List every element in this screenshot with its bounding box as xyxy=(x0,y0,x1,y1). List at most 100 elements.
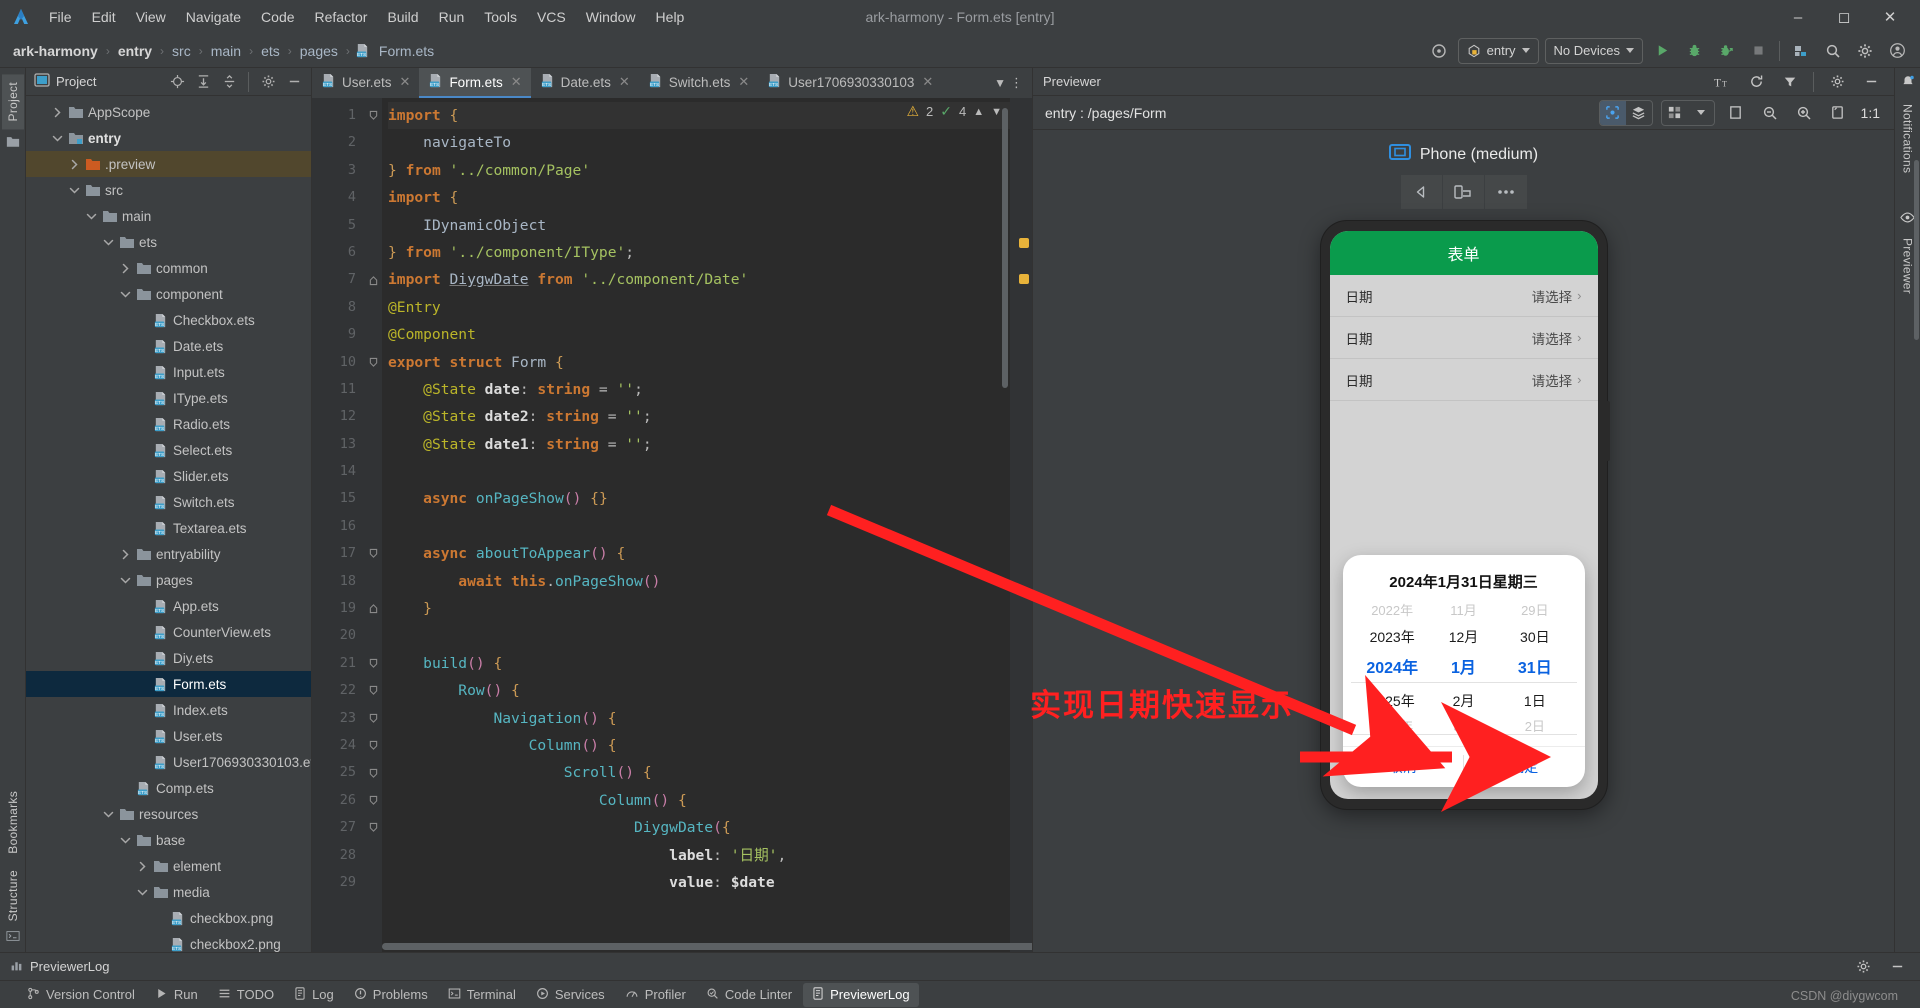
code-line[interactable]: import { xyxy=(388,184,1032,211)
code-line[interactable]: DiygwDate({ xyxy=(388,814,1032,841)
gear-icon[interactable] xyxy=(259,73,277,91)
grid-icon[interactable] xyxy=(1662,101,1688,125)
warning-marker[interactable] xyxy=(1019,274,1029,284)
tree-node[interactable]: ETS Input.ets xyxy=(26,359,311,385)
tree-node[interactable]: main xyxy=(26,203,311,229)
menu-item-navigate[interactable]: Navigate xyxy=(177,6,250,28)
more-vertical-icon[interactable]: ⋮ xyxy=(1010,75,1024,91)
project-tree[interactable]: AppScope entry .preview src main ets common com… xyxy=(26,96,311,952)
code-line[interactable]: async aboutToAppear() { xyxy=(388,540,1032,567)
tree-node[interactable]: AppScope xyxy=(26,99,311,125)
tree-disclosure-expanded-icon[interactable] xyxy=(119,834,132,847)
run-with-coverage-icon[interactable] xyxy=(1713,38,1739,64)
tree-disclosure-expanded-icon[interactable] xyxy=(102,236,115,249)
tree-node[interactable]: ETS checkbox2.png xyxy=(26,931,311,952)
status-tab-profiler[interactable]: Profiler xyxy=(616,983,695,1007)
zoom-level[interactable]: 1:1 xyxy=(1859,105,1882,121)
tree-node[interactable]: ETS User.ets xyxy=(26,723,311,749)
hide-icon[interactable] xyxy=(1858,70,1884,94)
menu-item-view[interactable]: View xyxy=(127,6,175,28)
code-fold-toggle[interactable] xyxy=(364,266,382,293)
menu-item-refactor[interactable]: Refactor xyxy=(306,6,377,28)
inspect-icon[interactable] xyxy=(1426,38,1452,64)
code-line[interactable]: @State date: string = ''; xyxy=(388,376,1032,403)
code-line[interactable]: await this.onPageShow() xyxy=(388,568,1032,595)
code-line[interactable]: Navigation() { xyxy=(388,705,1032,732)
zoom-out-icon[interactable] xyxy=(1757,101,1783,125)
menu-item-code[interactable]: Code xyxy=(252,6,303,28)
tree-node[interactable]: ETS Select.ets xyxy=(26,437,311,463)
status-tab-problems[interactable]: Problems xyxy=(345,983,437,1007)
chevron-down-icon[interactable]: ▼ xyxy=(991,106,1002,118)
account-icon[interactable] xyxy=(1884,38,1910,64)
code-fold-toggle[interactable] xyxy=(364,650,382,677)
tree-disclosure-expanded-icon[interactable] xyxy=(119,288,132,301)
close-icon[interactable]: ✕ xyxy=(922,74,933,90)
tree-node[interactable]: ETS IType.ets xyxy=(26,385,311,411)
code-line[interactable]: Row() { xyxy=(388,677,1032,704)
tree-node[interactable]: ETS CounterView.ets xyxy=(26,619,311,645)
expand-all-icon[interactable] xyxy=(194,73,212,91)
chevron-down-icon[interactable]: ▼ xyxy=(994,76,1006,90)
tree-disclosure-collapsed-icon[interactable] xyxy=(68,158,81,171)
tree-node[interactable]: entryability xyxy=(26,541,311,567)
tree-node[interactable]: ets xyxy=(26,229,311,255)
code-line[interactable]: build() { xyxy=(388,650,1032,677)
code-line[interactable]: async onPageShow() {} xyxy=(388,485,1032,512)
hide-icon[interactable] xyxy=(285,73,303,91)
breadcrumb-item-project[interactable]: ark-harmony xyxy=(10,42,101,60)
tree-node[interactable]: common xyxy=(26,255,311,281)
picker-column-month[interactable]: 11月 12月 1月 2月 3月 xyxy=(1428,598,1499,740)
date-picker-columns[interactable]: 2022年 2023年 2024年 2025年 2026年 11月 12月 1月 2月 3月 29日… xyxy=(1343,596,1585,742)
tree-node[interactable]: ETS Checkbox.ets xyxy=(26,307,311,333)
picker-item[interactable]: 3月 xyxy=(1453,714,1473,740)
gear-icon[interactable] xyxy=(1852,38,1878,64)
locate-icon[interactable] xyxy=(168,73,186,91)
minimize-icon[interactable]: – xyxy=(1776,2,1820,32)
code-line[interactable]: Column() { xyxy=(388,787,1032,814)
tree-node[interactable]: ETS Switch.ets xyxy=(26,489,311,515)
tree-node[interactable]: resources xyxy=(26,801,311,827)
tree-node[interactable]: ETS Radio.ets xyxy=(26,411,311,437)
tree-node[interactable]: ETS Index.ets xyxy=(26,697,311,723)
breadcrumb-item-src[interactable]: src xyxy=(169,42,194,60)
breadcrumb-item-ets[interactable]: ets xyxy=(258,42,283,60)
chevron-down-icon[interactable] xyxy=(1688,101,1714,125)
code-fold-toggle[interactable] xyxy=(364,814,382,841)
code-line[interactable]: Column() { xyxy=(388,732,1032,759)
menu-item-run[interactable]: Run xyxy=(430,6,474,28)
project-tree-scrollbar[interactable] xyxy=(1914,160,1919,340)
code-fold-toggle[interactable] xyxy=(364,759,382,786)
code-fold-toggle[interactable] xyxy=(364,349,382,376)
code-line[interactable]: label: '日期', xyxy=(388,842,1032,869)
picker-item[interactable]: 2月 xyxy=(1453,688,1475,714)
menu-item-window[interactable]: Window xyxy=(577,6,645,28)
layers-icon[interactable] xyxy=(1626,101,1652,125)
back-icon[interactable] xyxy=(1400,175,1443,209)
status-tab-todo[interactable]: TODO xyxy=(209,983,283,1007)
tree-disclosure-collapsed-icon[interactable] xyxy=(51,106,64,119)
tree-node[interactable]: ETS Date.ets xyxy=(26,333,311,359)
picker-item[interactable]: 11月 xyxy=(1450,598,1477,624)
tree-disclosure-expanded-icon[interactable] xyxy=(68,184,81,197)
status-tab-services[interactable]: Services xyxy=(527,983,614,1007)
project-files-icon[interactable] xyxy=(6,135,20,151)
stop-icon[interactable] xyxy=(1745,38,1771,64)
tree-node[interactable]: base xyxy=(26,827,311,853)
refresh-icon[interactable] xyxy=(1743,70,1769,94)
previewer-eye-icon[interactable] xyxy=(1900,211,1915,226)
tree-node[interactable]: ETS Textarea.ets xyxy=(26,515,311,541)
picker-item[interactable]: 29日 xyxy=(1521,598,1548,624)
menu-item-edit[interactable]: Edit xyxy=(83,6,125,28)
search-icon[interactable] xyxy=(1820,38,1846,64)
code-line[interactable]: @State date2: string = ''; xyxy=(388,403,1032,430)
device-screen[interactable]: 表单 日期 请选择 › 日期 请选择 › 日期 请选择 › 2024年1月31日星期三 2022… xyxy=(1329,231,1598,799)
sidebar-item-project[interactable]: Project xyxy=(1,74,24,130)
collapse-all-icon[interactable] xyxy=(220,73,238,91)
code-line[interactable]: } from '../component/IType'; xyxy=(388,239,1032,266)
tree-node[interactable]: pages xyxy=(26,567,311,593)
more-icon[interactable] xyxy=(1484,175,1527,209)
tree-disclosure-collapsed-icon[interactable] xyxy=(119,548,132,561)
debug-icon[interactable] xyxy=(1681,38,1707,64)
code-fold-toggle[interactable] xyxy=(364,732,382,759)
